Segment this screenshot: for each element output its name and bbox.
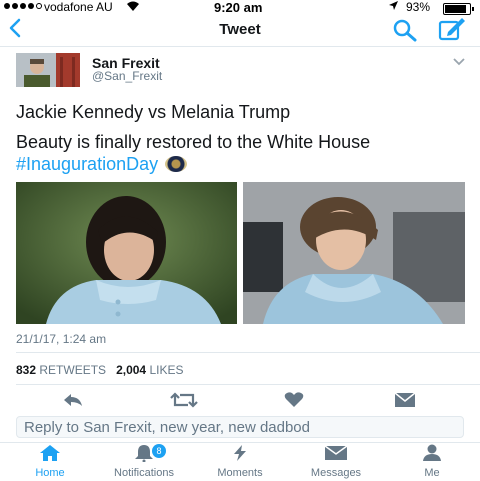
retweet-icon[interactable] [170,392,198,413]
envelope-icon [324,445,348,460]
heart-icon[interactable] [284,392,304,413]
battery-icon [443,3,474,15]
tab-label: Home [35,467,65,479]
avatar[interactable] [16,53,80,87]
retweets-count[interactable]: 832 [16,363,36,377]
reply-input[interactable]: Reply to San Frexit, new year, new dadbo… [16,416,464,438]
divider [16,352,480,353]
tweet-text: Beauty is finally restored to the White … [16,132,371,152]
tab-label: Messages [310,467,362,479]
carrier-name: vodafone AU [44,0,113,14]
tweet-timestamp: 21/1/17, 1:24 am [16,332,107,346]
likes-count[interactable]: 2,004 [116,363,146,377]
hashtag-link[interactable]: #InaugurationDay [16,154,158,174]
location-arrow-icon [388,0,399,14]
presidential-seal-icon [165,156,188,172]
home-icon [40,445,60,461]
reply-icon[interactable] [62,392,84,413]
signal-dots-icon [4,3,42,9]
tweet-photo-right[interactable] [243,182,465,324]
lightning-icon [234,445,246,461]
tab-notifications[interactable]: 8 Notifications [104,444,184,479]
tab-moments[interactable]: Moments [200,444,280,479]
wifi-icon [126,0,140,15]
tab-home[interactable]: Home [10,444,90,479]
status-bar: vodafone AU 9:20 am 93% [0,0,480,16]
author-handle[interactable]: @San_Frexit [92,69,162,83]
tweet-text-line1: Jackie Kennedy vs Melania Trump [16,102,291,122]
tab-me[interactable]: Me [392,444,472,479]
search-icon[interactable] [392,18,418,47]
tab-label: Moments [217,467,263,479]
tab-label: Me [424,467,440,479]
tab-label: Notifications [114,467,174,479]
retweets-label[interactable]: RETWEETS [39,363,106,377]
likes-label[interactable]: LIKES [149,363,183,377]
battery-percent: 93% [406,0,431,14]
envelope-icon[interactable] [394,392,416,413]
status-time: 9:20 am [214,0,263,15]
tab-messages[interactable]: Messages [296,444,376,479]
compose-icon[interactable] [438,16,466,47]
tweet-text-line2: Beauty is finally restored to the White … [16,131,456,175]
divider [16,384,480,385]
chevron-down-icon[interactable] [452,56,466,70]
notification-badge: 8 [152,444,166,458]
person-icon [423,444,441,461]
engagement-counts: 832 RETWEETS 2,004 LIKES [16,363,183,377]
tweet-photo-left[interactable] [16,182,237,324]
